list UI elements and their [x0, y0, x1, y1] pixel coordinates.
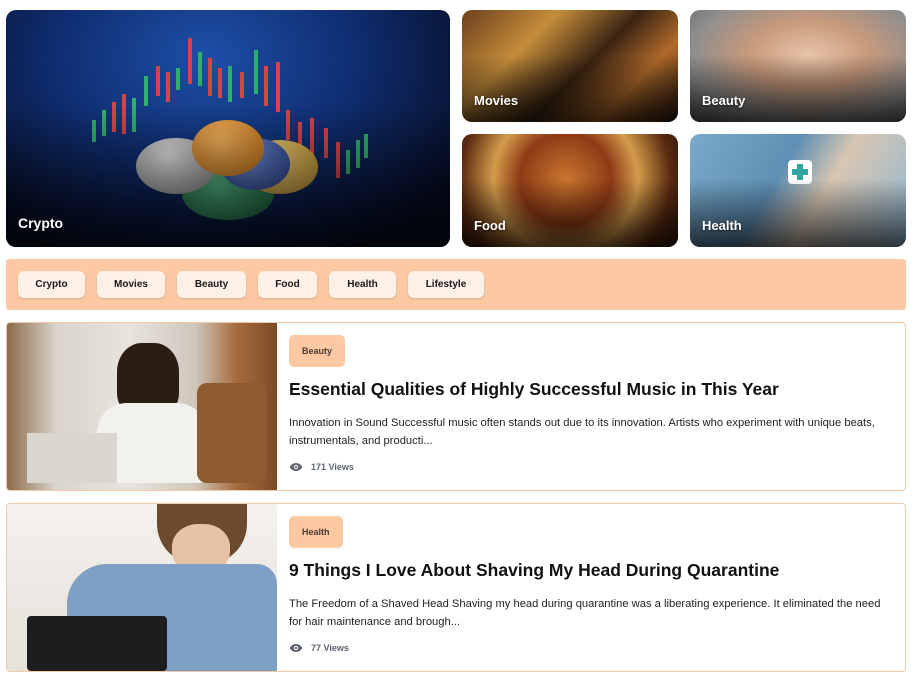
article-card[interactable]: Health 9 Things I Love About Shaving My …: [6, 503, 906, 672]
filter-chip-crypto[interactable]: Crypto: [18, 271, 85, 298]
filter-chip-lifestyle[interactable]: Lifestyle: [408, 271, 484, 298]
view-count-text: 171 Views: [311, 462, 354, 472]
tile-label-movies: Movies: [474, 93, 519, 108]
article-title[interactable]: 9 Things I Love About Shaving My Head Du…: [289, 560, 889, 581]
filter-chip-movies[interactable]: Movies: [97, 271, 165, 298]
category-tile-beauty[interactable]: Beauty: [690, 10, 906, 122]
category-tile-food[interactable]: Food: [462, 134, 678, 247]
category-filter-bar: Crypto Movies Beauty Food Health Lifesty…: [6, 259, 906, 310]
filter-chip-health[interactable]: Health: [329, 271, 396, 298]
eye-icon: [289, 463, 303, 471]
article-title[interactable]: Essential Qualities of Highly Successful…: [289, 379, 889, 400]
tile-label-crypto: Crypto: [18, 215, 64, 231]
article-thumbnail[interactable]: [7, 323, 277, 490]
filter-chip-beauty[interactable]: Beauty: [177, 271, 246, 298]
category-badge[interactable]: Health: [289, 516, 343, 548]
view-count: 77 Views: [289, 643, 349, 653]
article-thumbnail[interactable]: [7, 504, 277, 671]
category-tile-health[interactable]: Health: [690, 134, 906, 247]
tile-label-food: Food: [474, 218, 506, 233]
article-card[interactable]: Beauty Essential Qualities of Highly Suc…: [6, 322, 906, 491]
article-excerpt: Innovation in Sound Successful music oft…: [289, 417, 875, 447]
filter-chip-food[interactable]: Food: [258, 271, 317, 298]
view-count-text: 77 Views: [311, 643, 349, 653]
eye-icon: [289, 644, 303, 652]
article-excerpt: The Freedom of a Shaved Head Shaving my …: [289, 598, 881, 628]
tile-label-health: Health: [702, 218, 742, 233]
view-count: 171 Views: [289, 462, 354, 472]
category-tile-movies[interactable]: Movies: [462, 10, 678, 122]
category-badge[interactable]: Beauty: [289, 335, 346, 367]
tile-label-beauty: Beauty: [702, 93, 746, 108]
category-tile-crypto[interactable]: Crypto: [6, 10, 450, 247]
